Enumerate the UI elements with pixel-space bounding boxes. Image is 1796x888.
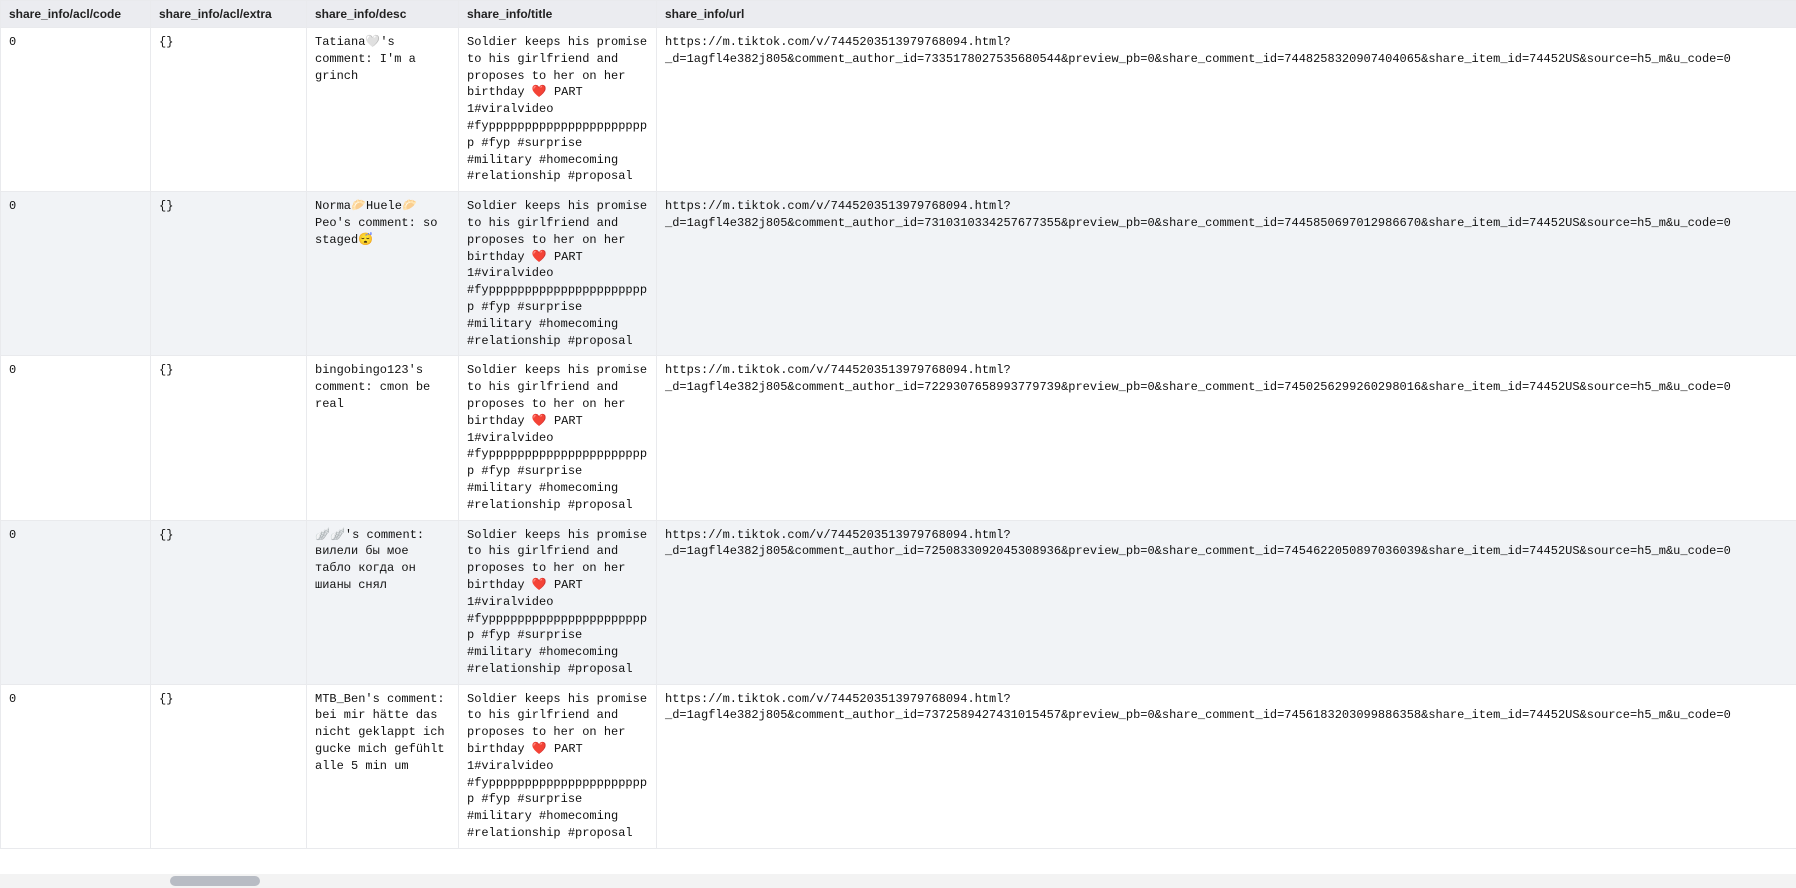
col-header-code[interactable]: share_info/acl/code bbox=[1, 1, 151, 28]
cell-title: Soldier keeps his promise to his girlfri… bbox=[459, 520, 657, 684]
table-row: 0 {} MTB_Ben's comment: bei mir hätte da… bbox=[1, 684, 1796, 848]
table-row: 0 {} 🪽🪽's comment: вилели бы мое табло к… bbox=[1, 520, 1796, 684]
cell-extra: {} bbox=[151, 28, 307, 192]
cell-title: Soldier keeps his promise to his girlfri… bbox=[459, 192, 657, 356]
col-header-extra[interactable]: share_info/acl/extra bbox=[151, 1, 307, 28]
cell-extra: {} bbox=[151, 520, 307, 684]
cell-extra: {} bbox=[151, 684, 307, 848]
col-header-desc[interactable]: share_info/desc bbox=[307, 1, 459, 28]
table-header-row: share_info/acl/code share_info/acl/extra… bbox=[1, 1, 1796, 28]
horizontal-scrollbar-thumb[interactable] bbox=[170, 876, 260, 886]
cell-code: 0 bbox=[1, 684, 151, 848]
cell-desc: 🪽🪽's comment: вилели бы мое табло когда … bbox=[307, 520, 459, 684]
cell-code: 0 bbox=[1, 520, 151, 684]
table-row: 0 {} Norma🥟Huele🥟Peo's comment: so stage… bbox=[1, 192, 1796, 356]
cell-url: https://m.tiktok.com/v/74452035139797680… bbox=[657, 356, 1796, 520]
cell-title: Soldier keeps his promise to his girlfri… bbox=[459, 356, 657, 520]
cell-url: https://m.tiktok.com/v/74452035139797680… bbox=[657, 192, 1796, 356]
cell-url: https://m.tiktok.com/v/74452035139797680… bbox=[657, 520, 1796, 684]
col-header-url[interactable]: share_info/url bbox=[657, 1, 1796, 28]
cell-desc: MTB_Ben's comment: bei mir hätte das nic… bbox=[307, 684, 459, 848]
cell-url: https://m.tiktok.com/v/74452035139797680… bbox=[657, 28, 1796, 192]
cell-desc: Norma🥟Huele🥟Peo's comment: so staged😴 bbox=[307, 192, 459, 356]
cell-extra: {} bbox=[151, 192, 307, 356]
cell-title: Soldier keeps his promise to his girlfri… bbox=[459, 28, 657, 192]
cell-title: Soldier keeps his promise to his girlfri… bbox=[459, 684, 657, 848]
cell-code: 0 bbox=[1, 28, 151, 192]
cell-code: 0 bbox=[1, 356, 151, 520]
table-row: 0 {} Tatiana🤍's comment: I'm a grinch So… bbox=[1, 28, 1796, 192]
cell-url: https://m.tiktok.com/v/74452035139797680… bbox=[657, 684, 1796, 848]
horizontal-scrollbar[interactable] bbox=[0, 874, 1796, 888]
table-row: 0 {} bingobingo123's comment: cmon be re… bbox=[1, 356, 1796, 520]
data-table: share_info/acl/code share_info/acl/extra… bbox=[0, 0, 1796, 849]
col-header-title[interactable]: share_info/title bbox=[459, 1, 657, 28]
cell-desc: bingobingo123's comment: cmon be real bbox=[307, 356, 459, 520]
cell-code: 0 bbox=[1, 192, 151, 356]
data-table-container: share_info/acl/code share_info/acl/extra… bbox=[0, 0, 1796, 888]
cell-extra: {} bbox=[151, 356, 307, 520]
cell-desc: Tatiana🤍's comment: I'm a grinch bbox=[307, 28, 459, 192]
